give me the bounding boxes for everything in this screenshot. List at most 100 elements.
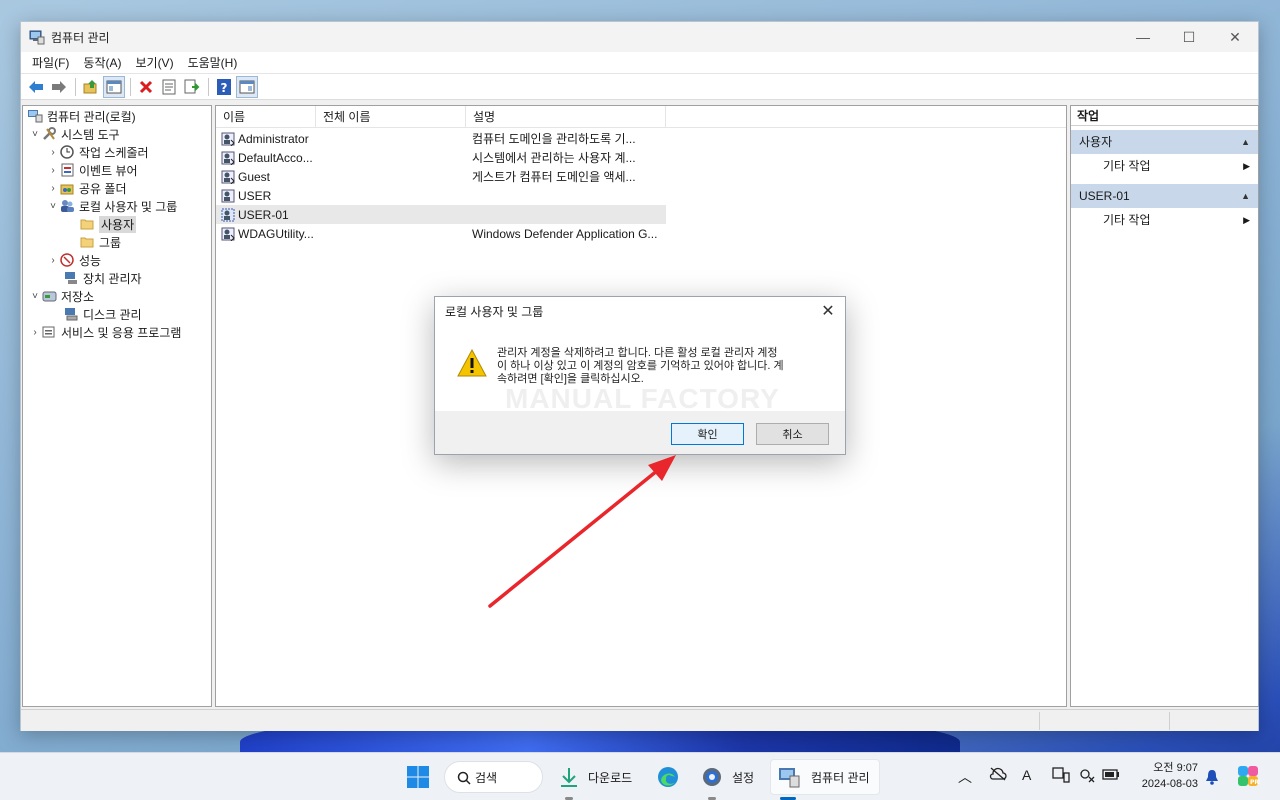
taskbar-app-computer-management[interactable]: 컴퓨터 관리 xyxy=(770,759,880,795)
table-row-selected[interactable]: USER-01 xyxy=(216,205,666,224)
tree-item-disk-management[interactable]: 디스크 관리 xyxy=(23,305,211,323)
chevron-right-icon[interactable]: › xyxy=(29,327,41,338)
user-icon xyxy=(221,189,235,202)
taskbar-app-settings[interactable]: 설정 xyxy=(700,759,754,795)
folder-icon xyxy=(79,216,95,232)
user-name: Administrator xyxy=(238,131,309,146)
up-folder-button[interactable] xyxy=(80,76,102,98)
show-hide-action-pane-button[interactable] xyxy=(236,75,258,98)
forward-button[interactable] xyxy=(48,76,70,98)
status-divider xyxy=(1039,712,1040,730)
minimize-button[interactable]: — xyxy=(1120,22,1166,52)
user-name: DefaultAcco... xyxy=(238,150,313,165)
forward-arrow-icon xyxy=(52,80,66,93)
column-header-description[interactable]: 설명 xyxy=(466,106,666,128)
dialog-message-line: 관리자 계정을 삭제하려고 합니다. 다른 활성 로컬 관리자 계정 xyxy=(497,347,778,359)
tree-item-task-scheduler[interactable]: › 작업 스케줄러 xyxy=(23,143,211,161)
list-header: 이름 전체 이름 설명 xyxy=(216,106,1066,128)
chevron-up-icon[interactable]: ︿ xyxy=(958,767,972,787)
properties-icon xyxy=(162,79,176,94)
delete-button[interactable] xyxy=(135,76,157,98)
performance-icon xyxy=(59,252,75,268)
chevron-right-icon[interactable]: › xyxy=(47,183,59,194)
tree-item-users[interactable]: 사용자 xyxy=(23,215,211,233)
column-header-full-name[interactable]: 전체 이름 xyxy=(316,106,466,128)
user-description: 컴퓨터 도메인을 관리하도록 기... xyxy=(472,132,636,146)
tree-item-local-users-groups[interactable]: ˅ 로컬 사용자 및 그룹 xyxy=(23,197,211,215)
chevron-down-icon[interactable]: ˅ xyxy=(29,291,41,302)
actions-title: 작업 xyxy=(1071,106,1258,126)
menu-file[interactable]: 파일(F) xyxy=(25,54,76,71)
network-icon[interactable] xyxy=(1078,767,1096,786)
action-pane-icon xyxy=(239,80,255,93)
dialog-close-button[interactable]: ✕ xyxy=(819,297,837,327)
tree-item-device-manager[interactable]: 장치 관리자 xyxy=(23,269,211,287)
taskbar-clock[interactable]: 오전 9:07 2024-08-03 xyxy=(1130,760,1198,792)
svg-text:?: ? xyxy=(221,81,228,95)
user-icon xyxy=(221,208,235,221)
device-manager-icon xyxy=(63,270,79,286)
delete-confirmation-dialog: 로컬 사용자 및 그룹 ✕ 관리자 계정을 삭제하려고 합니다. 다른 활성 로… xyxy=(434,296,846,455)
back-button[interactable] xyxy=(25,76,47,98)
properties-button[interactable] xyxy=(158,76,180,98)
export-list-button[interactable] xyxy=(181,76,203,98)
chevron-right-icon[interactable]: › xyxy=(47,165,59,176)
dialog-body: 관리자 계정을 삭제하려고 합니다. 다른 활성 로컬 관리자 계정 이 하나 … xyxy=(435,327,845,414)
submenu-arrow-icon: ▶ xyxy=(1243,215,1250,225)
tree-item-performance[interactable]: › 성능 xyxy=(23,251,211,269)
tree-item-groups[interactable]: 그룹 xyxy=(23,233,211,251)
column-header-name[interactable]: 이름 xyxy=(216,106,316,128)
help-button[interactable]: ? xyxy=(213,76,235,98)
tree-item-system-tools[interactable]: ˅ 시스템 도구 xyxy=(23,125,211,143)
device-icon[interactable] xyxy=(1052,767,1070,786)
ok-button[interactable]: 확인 xyxy=(671,423,744,445)
table-row[interactable]: USER xyxy=(216,186,666,205)
pen-input-icon[interactable]: A xyxy=(1022,767,1031,783)
taskbar-search[interactable]: 검색 xyxy=(444,761,543,793)
maximize-button[interactable]: ☐ xyxy=(1166,22,1212,52)
tree-item-event-viewer[interactable]: › 이벤트 뷰어 xyxy=(23,161,211,179)
section-header-label: USER-01 xyxy=(1079,189,1130,203)
toolbar: ? xyxy=(21,74,1258,100)
actions-section-selected-user[interactable]: USER-01 ▲ xyxy=(1071,184,1258,208)
tree-item-services-applications[interactable]: › 서비스 및 응용 프로그램 xyxy=(23,323,211,341)
start-button[interactable] xyxy=(406,759,430,795)
table-row[interactable]: WDAGUtility... Windows Defender Applicat… xyxy=(216,224,666,243)
table-row[interactable]: Guest 게스트가 컴퓨터 도메인을 액세... xyxy=(216,167,666,186)
svg-text:PRE: PRE xyxy=(1250,779,1260,786)
show-hide-tree-button[interactable] xyxy=(103,75,125,98)
close-button[interactable]: ✕ xyxy=(1212,22,1258,52)
dialog-message-line: 이 하나 이상 있고 이 계정의 암호를 기억하고 있어야 합니다. 계 xyxy=(497,360,784,372)
menu-help[interactable]: 도움말(H) xyxy=(181,54,245,71)
copilot-icon[interactable]: PRE xyxy=(1236,764,1263,791)
chevron-right-icon[interactable]: › xyxy=(47,255,59,266)
chevron-down-icon[interactable]: ˅ xyxy=(47,201,59,212)
user-icon xyxy=(221,170,235,184)
table-row[interactable]: DefaultAcco... 시스템에서 관리하는 사용자 계... xyxy=(216,148,666,167)
taskbar-app-downloads[interactable]: 다운로드 xyxy=(558,759,632,795)
clock-icon xyxy=(59,144,75,160)
dialog-title-bar[interactable]: 로컬 사용자 및 그룹 ✕ xyxy=(435,297,845,327)
collapse-up-icon[interactable]: ▲ xyxy=(1241,184,1250,208)
tree-item-shared-folders[interactable]: › 공유 폴더 xyxy=(23,179,211,197)
battery-icon[interactable] xyxy=(1102,767,1120,784)
menu-view[interactable]: 보기(V) xyxy=(128,54,180,71)
search-icon xyxy=(457,771,471,785)
taskbar-app-edge[interactable] xyxy=(656,759,680,795)
dialog-message: 관리자 계정을 삭제하려고 합니다. 다른 활성 로컬 관리자 계정 이 하나 … xyxy=(497,347,822,386)
menu-action[interactable]: 동작(A) xyxy=(76,54,128,71)
more-actions-item[interactable]: 기타 작업 ▶ xyxy=(1071,154,1258,178)
folder-icon xyxy=(79,234,95,250)
cancel-button[interactable]: 취소 xyxy=(756,423,829,445)
table-row[interactable]: Administrator 컴퓨터 도메인을 관리하도록 기... xyxy=(216,129,666,148)
title-bar[interactable]: 컴퓨터 관리 — ☐ ✕ xyxy=(21,22,1258,52)
actions-section-users[interactable]: 사용자 ▲ xyxy=(1071,130,1258,154)
chevron-down-icon[interactable]: ˅ xyxy=(29,129,41,140)
cloud-offline-icon[interactable] xyxy=(989,767,1007,784)
tree-item-computer-management[interactable]: 컴퓨터 관리(로컬) xyxy=(23,107,211,125)
collapse-up-icon[interactable]: ▲ xyxy=(1241,130,1250,154)
tree-item-storage[interactable]: ˅ 저장소 xyxy=(23,287,211,305)
more-actions-item[interactable]: 기타 작업 ▶ xyxy=(1071,208,1258,232)
notification-bell-icon[interactable] xyxy=(1205,769,1219,788)
chevron-right-icon[interactable]: › xyxy=(47,147,59,158)
